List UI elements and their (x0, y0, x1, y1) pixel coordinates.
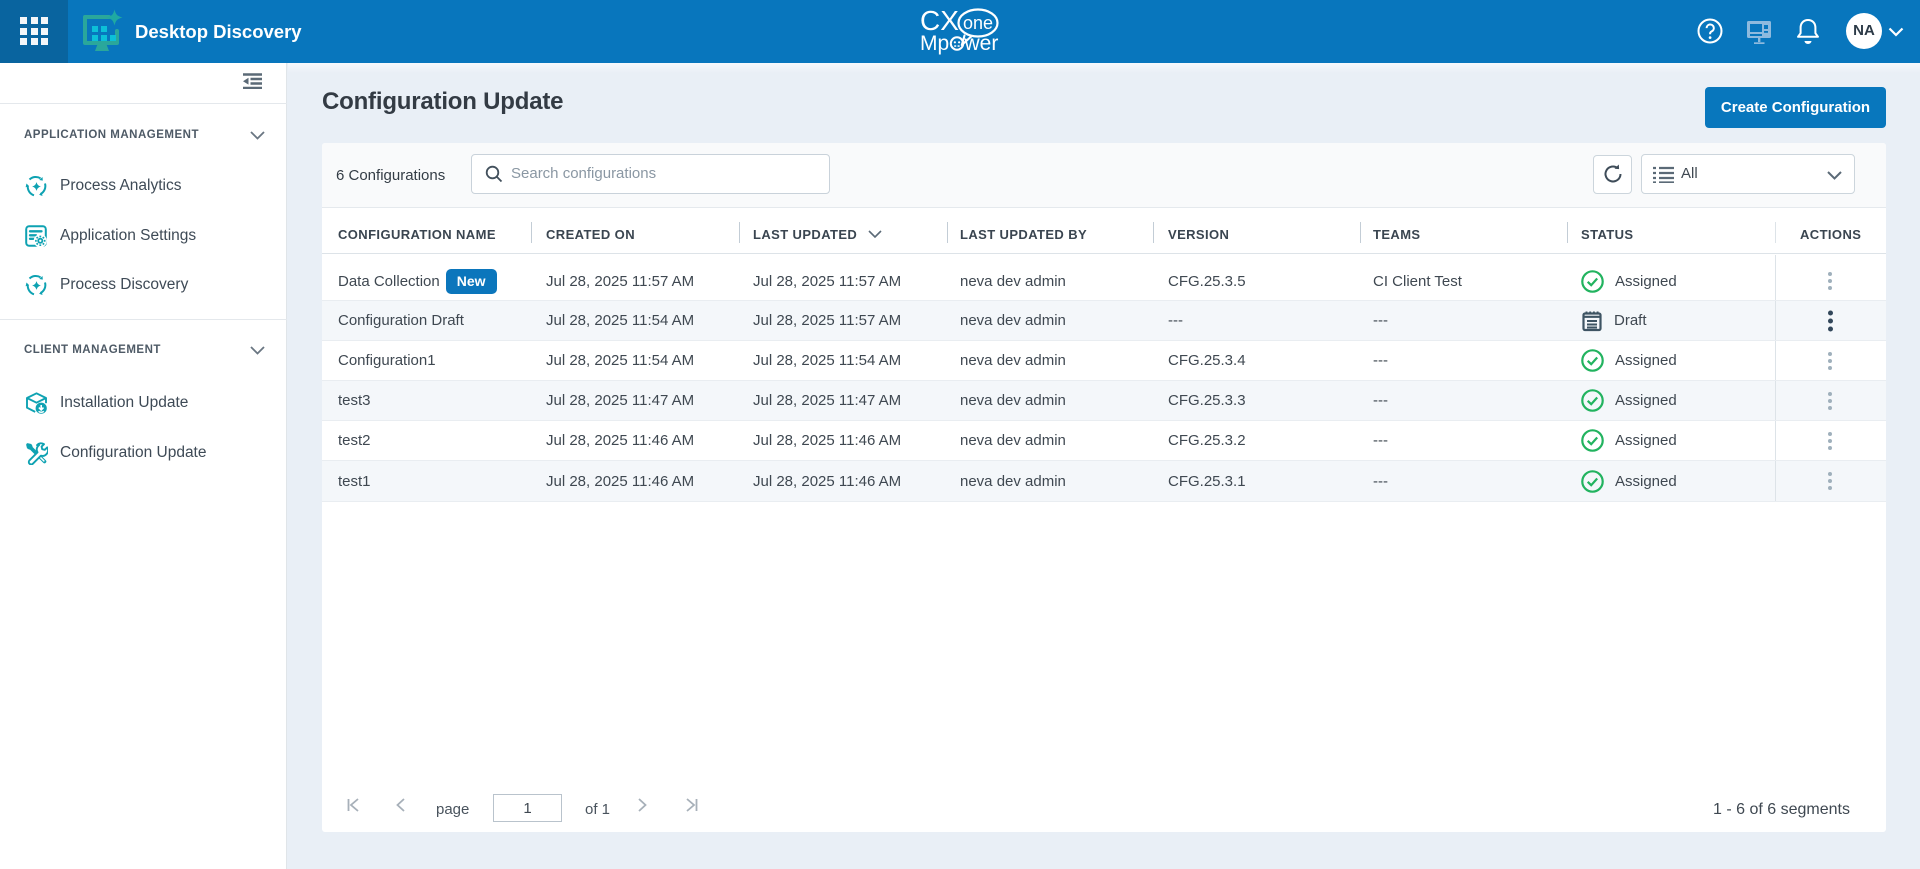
svg-text:wer: wer (964, 32, 999, 55)
svg-text:Mp: Mp (920, 32, 949, 55)
svg-text:one: one (963, 13, 993, 33)
